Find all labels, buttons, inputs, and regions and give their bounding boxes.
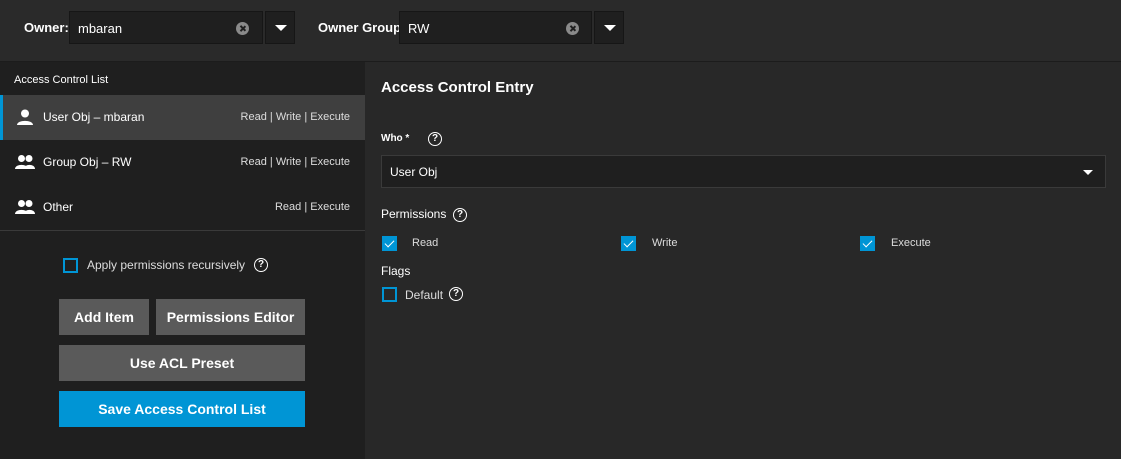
owner-value: mbaran <box>78 21 123 36</box>
apply-recursively-checkbox[interactable] <box>63 258 78 273</box>
group-icon <box>15 155 35 169</box>
ace-panel: Access Control Entry Who * ? User Obj Pe… <box>365 62 1121 459</box>
execute-checkbox[interactable] <box>860 236 875 251</box>
acl-item-perms: Read | Write | Execute <box>240 156 350 168</box>
owner-group-input[interactable]: RW <box>399 11 592 44</box>
default-flag-checkbox[interactable] <box>382 287 397 302</box>
use-acl-preset-button[interactable]: Use ACL Preset <box>59 345 305 381</box>
permissions-editor-button[interactable]: Permissions Editor <box>156 299 305 335</box>
owner-bar: Owner: mbaran Owner Group: RW <box>0 0 1121 62</box>
add-item-button[interactable]: Add Item <box>59 299 149 335</box>
execute-label: Execute <box>891 237 931 249</box>
owner-label: Owner: <box>24 20 69 35</box>
acl-item-user-obj[interactable]: User Obj – mbaran Read | Write | Execute <box>0 95 365 140</box>
who-value: User Obj <box>390 165 438 179</box>
who-label: Who * <box>381 133 410 144</box>
save-acl-button[interactable]: Save Access Control List <box>59 391 305 427</box>
read-label: Read <box>412 237 439 249</box>
help-icon[interactable]: ? <box>453 208 467 222</box>
group-icon <box>15 200 35 214</box>
acl-item-name: User Obj – mbaran <box>43 110 145 124</box>
help-icon[interactable]: ? <box>428 132 442 146</box>
flags-label: Flags <box>381 264 411 278</box>
clear-icon[interactable] <box>566 22 579 35</box>
permissions-label: Permissions <box>381 207 447 221</box>
owner-group-value: RW <box>408 21 430 36</box>
default-flag-label: Default <box>405 288 444 302</box>
acl-item-name: Other <box>43 200 74 214</box>
ace-title: Access Control Entry <box>381 79 534 96</box>
chevron-down-icon <box>275 25 287 31</box>
read-checkbox[interactable] <box>382 236 397 251</box>
help-icon[interactable]: ? <box>254 258 268 272</box>
acl-item-name: Group Obj – RW <box>43 155 132 169</box>
owner-dropdown-button[interactable] <box>265 11 295 44</box>
owner-group-dropdown-button[interactable] <box>594 11 624 44</box>
write-label: Write <box>652 237 678 249</box>
acl-panel: Access Control List User Obj – mbaran Re… <box>0 62 365 459</box>
acl-item-perms: Read | Write | Execute <box>240 111 350 123</box>
clear-icon[interactable] <box>236 22 249 35</box>
who-select[interactable]: User Obj <box>381 155 1106 188</box>
apply-recursively-label: Apply permissions recursively <box>87 258 246 272</box>
owner-input[interactable]: mbaran <box>69 11 263 44</box>
chevron-down-icon <box>1083 170 1093 175</box>
acl-item-other[interactable]: Other Read | Execute <box>0 185 365 230</box>
divider <box>0 230 365 231</box>
chevron-down-icon <box>604 25 616 31</box>
user-icon <box>17 109 33 125</box>
acl-item-perms: Read | Execute <box>274 201 350 213</box>
acl-item-group-obj[interactable]: Group Obj – RW Read | Write | Execute <box>0 140 365 185</box>
owner-group-label: Owner Group: <box>318 20 406 35</box>
write-checkbox[interactable] <box>621 236 636 251</box>
help-icon[interactable]: ? <box>449 287 463 301</box>
acl-title: Access Control List <box>14 74 109 86</box>
